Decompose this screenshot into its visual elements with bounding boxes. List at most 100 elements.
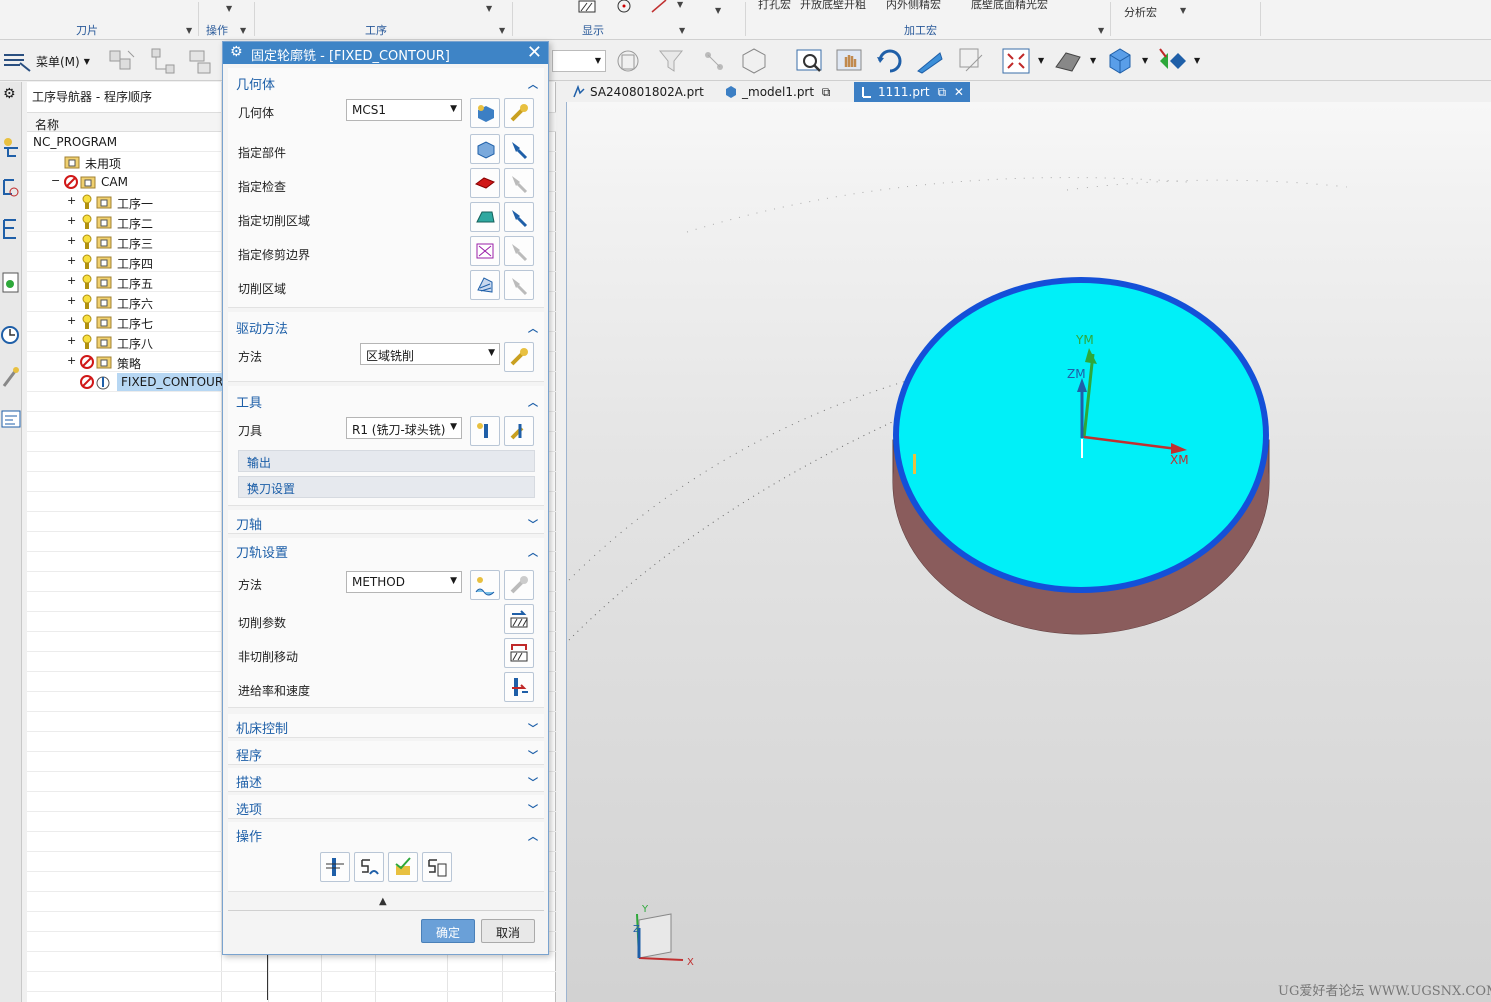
perspective-icon[interactable] [914,45,946,77]
select-part-button[interactable] [470,134,500,164]
section-header-description[interactable]: 描述 [236,772,262,791]
macro-inner-outer[interactable]: 内外侧精宏 [886,0,941,12]
section-header-path[interactable]: 刀轨设置 [236,542,288,561]
ribbon-group-macro[interactable]: 加工宏 [904,22,937,38]
cube-view-icon[interactable] [1104,45,1136,77]
tool-change-subsection[interactable]: 换刀设置 ﹀ [238,476,535,498]
verify-button[interactable] [388,852,418,882]
dialog-titlebar[interactable]: ⚙ 固定轮廓铣 - [FIXED_CONTOUR] ✕ [223,42,548,64]
expand-icon[interactable]: + [67,254,76,267]
collapse-icon[interactable]: − [51,174,60,187]
filter-funnel-icon[interactable] [656,45,688,77]
show-check-button[interactable] [504,168,534,198]
list-button[interactable] [422,852,452,882]
show-cut-region-button[interactable] [504,270,534,300]
generate-button[interactable] [320,852,350,882]
output-subsection[interactable]: 输出 ﹀ [238,450,535,472]
show-cut-area-button[interactable] [504,202,534,232]
rotate-icon[interactable] [874,45,906,77]
non-cut-button[interactable] [504,638,534,668]
chevron-down-icon[interactable]: ▼ [240,26,246,35]
edit-tool-button[interactable] [504,416,534,446]
roles-icon[interactable] [0,406,22,432]
graphics-viewport[interactable]: YM ZM XM Y Z X UG爱好者论坛 WWW.UGSNX.COM [566,102,1491,1002]
geometry-dropdown[interactable]: MCS1 ▼ [346,99,462,121]
section-header-actions[interactable]: 操作 [236,826,262,845]
chevron-down-icon[interactable]: ﹀ [528,720,538,735]
path-method-dropdown[interactable]: METHOD ▼ [346,571,462,593]
select-check-button[interactable] [470,168,500,198]
chevron-up-icon[interactable]: ︿ [528,76,538,91]
machine-tool-view-icon[interactable] [0,134,22,160]
tab-model1[interactable]: _model1.prt ⧉ [718,82,836,103]
orient-view-icon[interactable] [956,45,988,77]
ribbon-group-blade[interactable]: 刀片 [76,22,98,38]
chevron-down-icon[interactable]: ▼ [1142,56,1148,65]
section-header-tool[interactable]: 工具 [236,392,262,411]
chevron-up-icon[interactable]: ︿ [528,394,538,409]
expand-icon[interactable]: + [67,334,76,347]
filter-dropdown[interactable]: ▼ [552,50,606,72]
chevron-up-icon[interactable]: ︿ [528,320,538,335]
select-trim-button[interactable] [470,236,500,266]
edit-drive-button[interactable] [504,342,534,372]
ok-button[interactable]: 确定 [421,919,475,943]
zoom-window-icon[interactable] [794,45,826,77]
expand-icon[interactable]: + [67,214,76,227]
chevron-down-icon[interactable]: ﹀ [528,801,538,816]
line-tool-icon[interactable] [650,0,668,14]
fit-view-icon[interactable] [1000,45,1032,77]
select-cut-area-button[interactable] [470,202,500,232]
replay-button[interactable] [354,852,384,882]
pan-hand-icon[interactable] [834,45,866,77]
component-icon[interactable] [186,45,218,77]
ribbon-group-process[interactable]: 工序 [365,22,387,38]
chevron-down-icon[interactable]: ▼ [679,26,685,35]
chevron-down-icon[interactable]: ▼ [1090,56,1096,65]
ribbon-group-display[interactable]: 显示 [582,22,604,38]
show-trim-button[interactable] [504,236,534,266]
section-header-drive[interactable]: 驱动方法 [236,318,288,337]
tool-library-icon[interactable] [0,364,22,390]
tab-1111[interactable]: 1111.prt ⧉ ✕ [854,82,970,103]
chevron-down-icon[interactable]: ▼ [1180,6,1186,15]
expand-icon[interactable]: + [67,354,76,367]
menu-button[interactable]: 菜单(M) ▼ [2,49,90,73]
macro-open-rough[interactable]: 开放底壁开粗 [800,0,866,12]
new-method-button[interactable] [470,570,500,600]
history-clock-icon[interactable] [0,322,22,348]
chevron-down-icon[interactable]: ▼ [499,26,505,35]
section-view-icon[interactable] [1156,45,1188,77]
chevron-down-icon[interactable]: ▼ [186,26,192,35]
gear-icon[interactable]: ⚙ [230,44,243,60]
snap-point-icon[interactable] [698,45,730,77]
section-header-machine[interactable]: 机床控制 [236,718,288,737]
polygon-icon[interactable] [738,45,770,77]
target-icon[interactable] [615,0,633,14]
display-hatch-icon[interactable] [578,0,596,14]
cut-params-button[interactable] [504,604,534,634]
expand-icon[interactable]: + [67,234,76,247]
section-header-options[interactable]: 选项 [236,799,262,818]
collapse-up-icon[interactable]: ▲ [379,896,387,907]
chevron-down-icon[interactable]: ﹀ [528,774,538,789]
edit-geometry-button[interactable] [504,98,534,128]
part-navigator-icon[interactable] [0,270,22,296]
chevron-down-icon[interactable]: ﹀ [528,516,538,531]
cut-region-button[interactable] [470,270,500,300]
gear-icon[interactable]: ⚙ [3,86,16,102]
expand-icon[interactable]: + [67,294,76,307]
chevron-up-icon[interactable]: ︿ [528,828,538,843]
expand-icon[interactable]: + [67,194,76,207]
show-part-button[interactable] [504,134,534,164]
chevron-down-icon[interactable]: ▼ [1194,56,1200,65]
operation-navigator-icon[interactable] [0,174,22,200]
new-tool-button[interactable] [470,416,500,446]
chevron-down-icon[interactable]: ▼ [1098,26,1104,35]
assembly-icon[interactable] [146,45,178,77]
drive-method-dropdown[interactable]: 区域铣削 ▼ [360,343,500,365]
close-icon[interactable]: ✕ [527,42,542,63]
section-header-program[interactable]: 程序 [236,745,262,764]
macro-floor-finish[interactable]: 底壁底面精光宏 [971,0,1048,12]
macro-drill[interactable]: 打孔宏 [758,0,791,12]
